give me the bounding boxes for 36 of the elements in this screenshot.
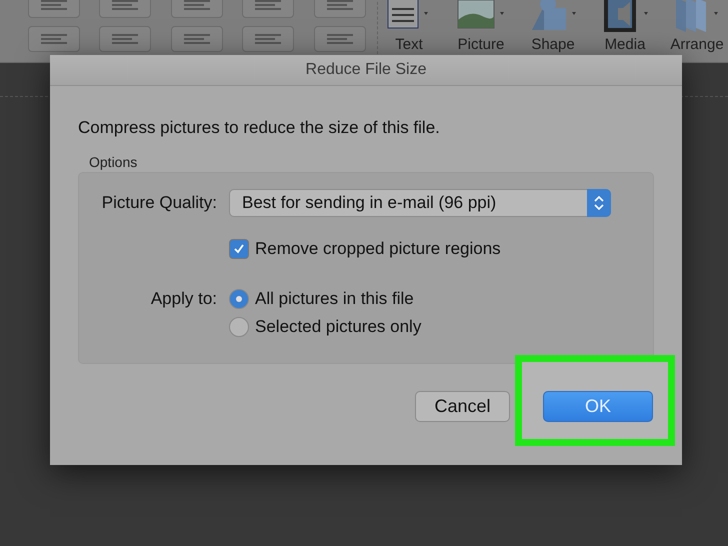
format-button[interactable] [99, 26, 152, 52]
lines-icon [326, 0, 353, 11]
radio-option[interactable]: Selected pictures only [229, 317, 653, 337]
lines-icon [255, 0, 282, 11]
lines-icon [41, 0, 67, 11]
lines-icon [112, 0, 138, 11]
checkmark-icon [233, 243, 245, 255]
format-button[interactable] [170, 26, 223, 52]
radio-button[interactable] [229, 289, 249, 309]
remove-cropped-checkbox[interactable]: Remove cropped picture regions [229, 239, 653, 259]
lines-icon [41, 33, 67, 45]
quality-select[interactable]: Best for sending in e-mail (96 ppi) [229, 189, 611, 217]
tool-label[interactable]: Shape [531, 36, 575, 53]
tool-label[interactable]: Text [395, 36, 423, 53]
dialog-message: Compress pictures to reduce the size of this file. [78, 118, 441, 138]
tool-label[interactable]: Picture [458, 36, 504, 53]
format-button[interactable] [314, 26, 366, 52]
lines-icon [326, 33, 353, 45]
format-button[interactable] [242, 26, 294, 52]
field-label: Picture Quality: [100, 192, 218, 214]
dialog-title: Reduce File Size [306, 61, 426, 79]
field-label: Apply to: [150, 289, 218, 310]
radio-button[interactable] [229, 317, 249, 337]
lines-icon [184, 33, 210, 45]
lines-icon [112, 33, 138, 45]
lines-icon [255, 33, 282, 45]
format-button[interactable] [28, 26, 80, 52]
lines-icon [184, 0, 210, 11]
tool-label[interactable]: Media [604, 36, 646, 53]
cancel-button[interactable]: Cancel [415, 391, 510, 422]
up-down-icon [594, 195, 604, 211]
checkbox[interactable] [229, 239, 249, 259]
tool-label[interactable]: Arrange [670, 36, 724, 53]
ok-button[interactable]: OK [543, 391, 653, 422]
radio-option[interactable]: All pictures in this file [229, 289, 653, 309]
group-label: Options [89, 154, 138, 170]
